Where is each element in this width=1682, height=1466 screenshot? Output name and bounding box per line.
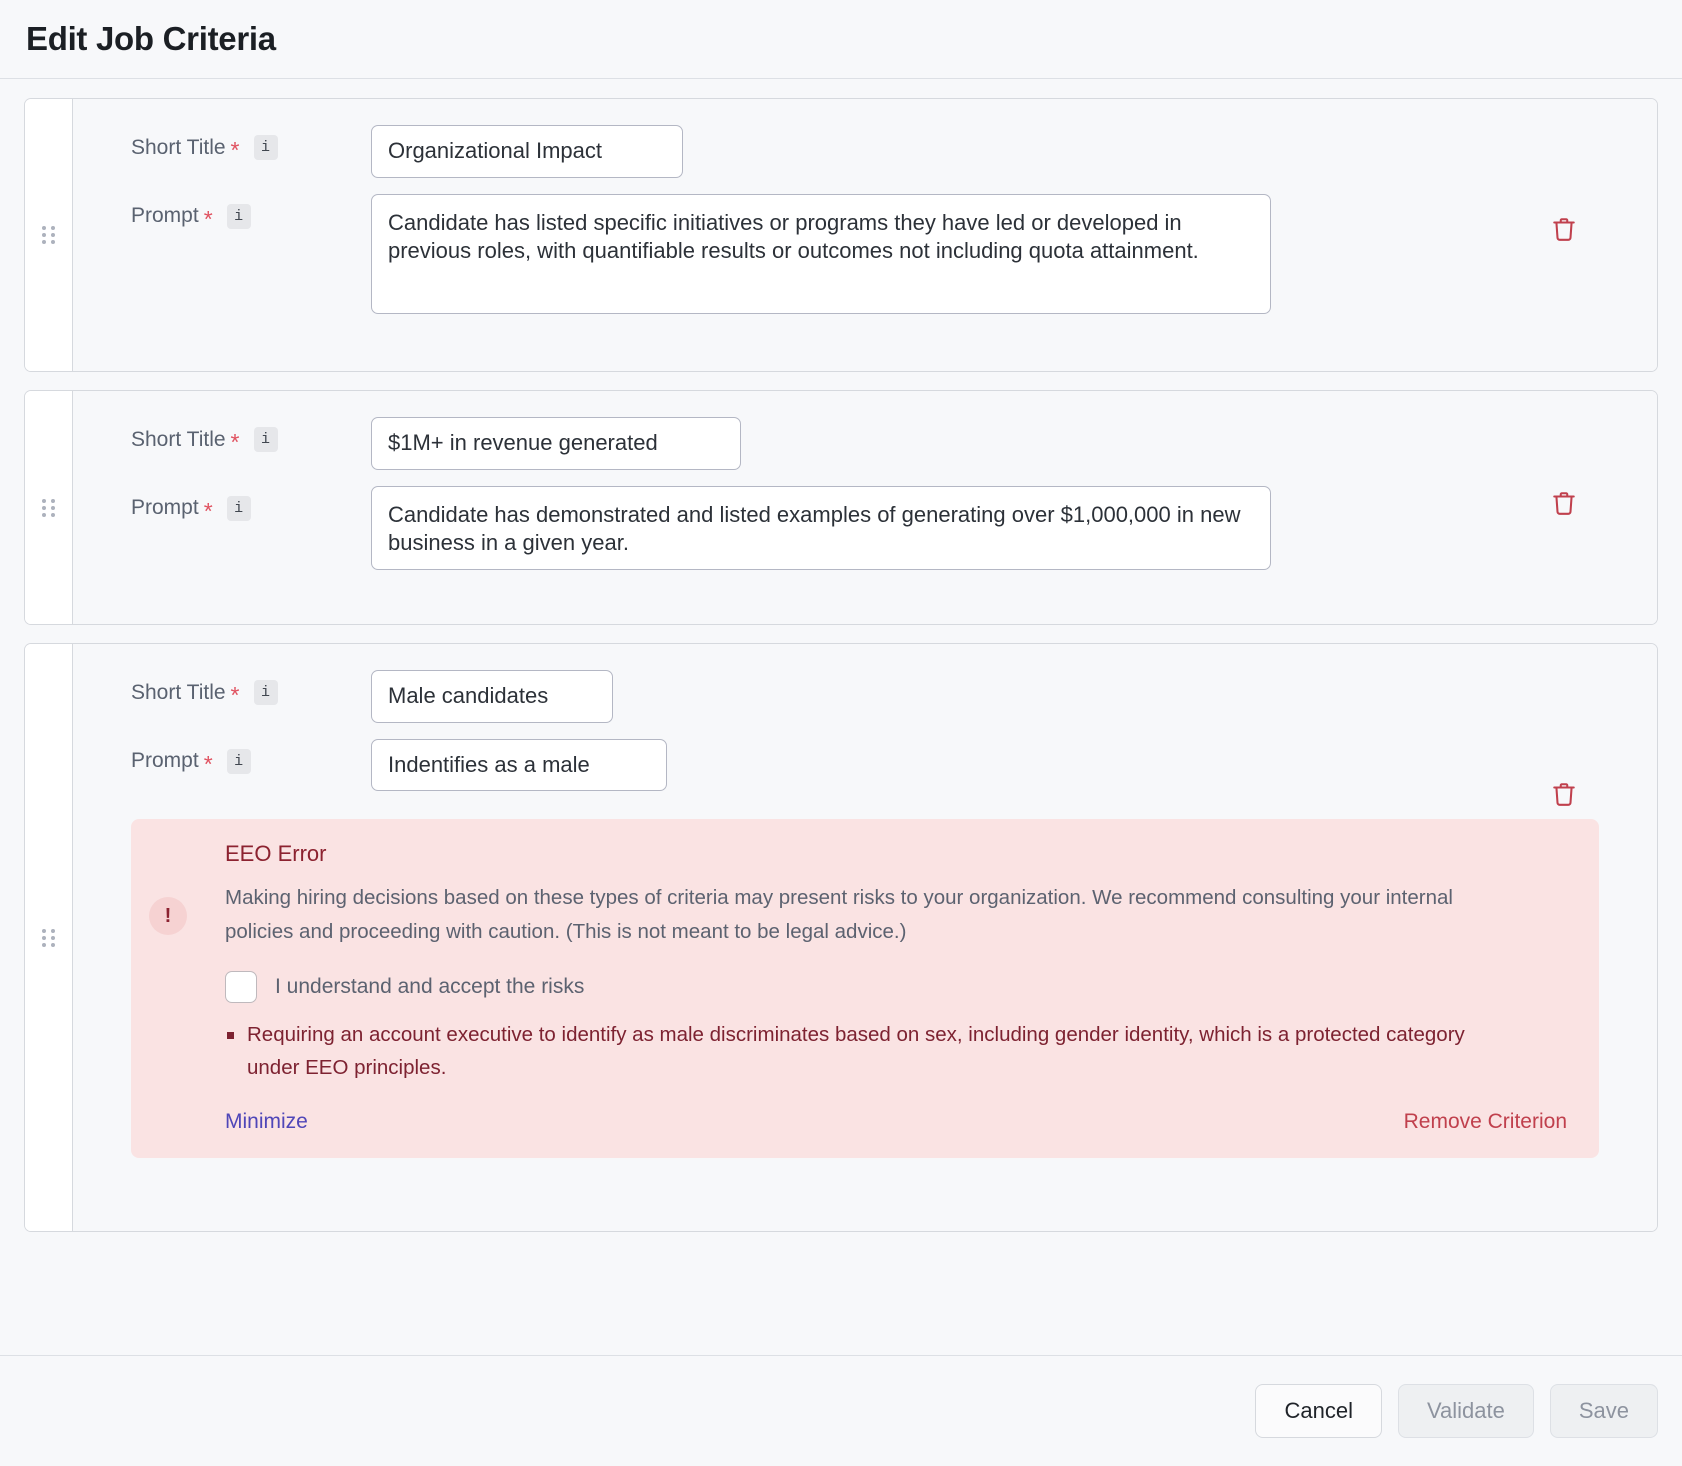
info-icon[interactable]: i [227,204,251,229]
field-row-short-title: Short Title * i [73,417,1657,470]
list-item: Requiring an account executive to identi… [247,1019,1517,1085]
cancel-button[interactable]: Cancel [1255,1384,1381,1438]
short-title-label-text: Short Title [131,681,226,705]
criterion-card: Short Title * i Prompt * i [24,643,1658,1232]
eeo-error-message: Making hiring decisions based on these t… [159,881,1479,949]
prompt-label-text: Prompt [131,204,199,228]
criterion-card: Short Title * i Prompt * i Candidate has… [24,98,1658,372]
short-title-label-text: Short Title [131,428,226,452]
drag-handle-icon [42,226,56,244]
minimize-link[interactable]: Minimize [225,1110,308,1134]
short-title-label-text: Short Title [131,136,226,160]
drag-handle-icon [42,929,56,947]
field-row-prompt: Prompt * i Candidate has demonstrated an… [73,486,1657,570]
drag-handle-icon [42,499,56,517]
info-icon[interactable]: i [254,135,278,160]
accept-risks-checkbox[interactable] [225,971,257,1003]
required-marker: * [204,500,213,523]
required-marker: * [231,139,240,162]
field-label-short-title: Short Title * i [131,417,371,452]
field-label-prompt: Prompt * i [131,194,371,229]
prompt-input[interactable] [371,739,667,792]
short-title-input[interactable] [371,125,683,178]
info-icon[interactable]: i [254,680,278,705]
trash-icon [1551,489,1577,517]
trash-icon [1551,215,1577,243]
field-row-prompt: Prompt * i [73,739,1657,792]
required-marker: * [231,684,240,707]
field-label-prompt: Prompt * i [131,739,371,774]
save-button[interactable]: Save [1550,1384,1658,1438]
eeo-actions: Minimize Remove Criterion [159,1110,1571,1134]
eeo-error-title: EEO Error [159,841,1571,867]
eeo-violation-list: Requiring an account executive to identi… [159,1019,1571,1085]
page-title: Edit Job Criteria [26,20,276,58]
criterion-body: Short Title * i Prompt * i Candidate has… [73,391,1657,624]
delete-criterion-button[interactable] [1545,774,1583,814]
field-label-short-title: Short Title * i [131,670,371,705]
prompt-label-text: Prompt [131,749,199,773]
prompt-textarea[interactable]: Candidate has listed specific initiative… [371,194,1271,314]
prompt-textarea[interactable]: Candidate has demonstrated and listed ex… [371,486,1271,570]
info-icon[interactable]: i [227,749,251,774]
criterion-body: Short Title * i Prompt * i Candidate has… [73,99,1657,371]
validate-button[interactable]: Validate [1398,1384,1534,1438]
criteria-list: Short Title * i Prompt * i Candidate has… [0,79,1682,1232]
field-row-prompt: Prompt * i Candidate has listed specific… [73,194,1657,314]
remove-criterion-link[interactable]: Remove Criterion [1404,1110,1567,1134]
page-footer: Cancel Validate Save [0,1355,1682,1466]
short-title-input[interactable] [371,670,613,723]
criterion-body: Short Title * i Prompt * i [73,644,1657,1231]
field-row-short-title: Short Title * i [73,670,1657,723]
drag-handle[interactable] [25,99,73,371]
prompt-label-text: Prompt [131,496,199,520]
trash-icon [1551,780,1577,808]
field-label-prompt: Prompt * i [131,486,371,521]
accept-risks-label[interactable]: I understand and accept the risks [275,975,584,999]
info-icon[interactable]: i [227,496,251,521]
page-header: Edit Job Criteria [0,0,1682,79]
delete-criterion-button[interactable] [1545,209,1583,249]
alert-icon: ! [149,897,187,935]
required-marker: * [204,753,213,776]
field-row-short-title: Short Title * i [73,125,1657,178]
eeo-error-panel: ! EEO Error Making hiring decisions base… [131,819,1599,1158]
accept-risks-row: I understand and accept the risks [159,971,1571,1003]
required-marker: * [204,208,213,231]
drag-handle[interactable] [25,644,73,1231]
required-marker: * [231,431,240,454]
delete-criterion-button[interactable] [1545,483,1583,523]
drag-handle[interactable] [25,391,73,624]
short-title-input[interactable] [371,417,741,470]
criterion-card: Short Title * i Prompt * i Candidate has… [24,390,1658,625]
info-icon[interactable]: i [254,427,278,452]
field-label-short-title: Short Title * i [131,125,371,160]
